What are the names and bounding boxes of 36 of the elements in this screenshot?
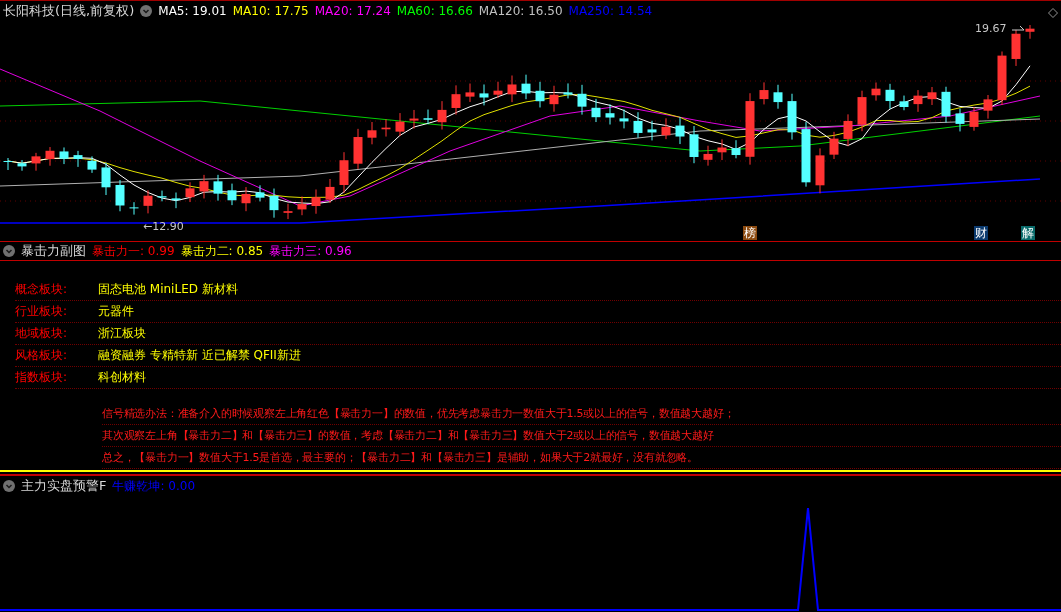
chevron-down-icon[interactable] xyxy=(140,5,153,17)
sector-value: 元器件 xyxy=(98,303,135,320)
moving-average-value: MA60: 16.66 xyxy=(396,4,473,18)
event-marker[interactable]: 财 xyxy=(974,226,988,240)
chart-title: 长阳科技(日线,前复权) xyxy=(3,2,135,20)
sector-value: 固态电池 MiniLED 新材料 xyxy=(98,281,239,298)
indicator-value: 牛赚乾坤: 0.00 xyxy=(112,477,196,495)
signal-note: 其次观察左上角【暴击力二】和【暴击力三】的数值，考虑【暴击力二】和【暴击力三】数值大于2或以上的信号，数值越大越好 xyxy=(102,425,1061,447)
signal-note: 总之，【暴击力一】数值大于1.5是首选，最主要的；【暴击力二】和【暴击力三】是辅助，如果大于2就最好，没有就忽略。 xyxy=(102,447,1061,469)
sector-value: 科创材料 xyxy=(98,369,147,386)
signal-note: 信号精选办法：准备介入的时候观察左上角红色【暴击力一】的数值，优先考虑暴击力一数值大于1.5或以上的信号，数值越大越好； xyxy=(102,403,1061,425)
arrow-icon xyxy=(1012,24,1026,32)
indicator-title: 主力实盘预警F xyxy=(21,477,107,495)
indicator-title: 暴击力副图 xyxy=(21,242,86,260)
high-price-label: 19.67 xyxy=(975,22,1007,35)
sector-value: 浙江板块 xyxy=(98,325,147,342)
event-marker[interactable]: 榜 xyxy=(743,226,757,240)
sector-label: 地域板块: xyxy=(15,325,69,342)
event-marker[interactable]: 解 xyxy=(1021,226,1035,240)
sector-value: 融资融券 专精特新 近已解禁 QFII新进 xyxy=(98,347,302,364)
moving-average-value: MA250: 14.54 xyxy=(568,4,653,18)
moving-average-value: MA120: 16.50 xyxy=(478,4,563,18)
sector-label: 行业板块: xyxy=(15,303,69,320)
moving-average-value: MA10: 17.75 xyxy=(232,4,309,18)
sector-label: 概念板块: xyxy=(15,281,69,298)
sector-label: 指数板块: xyxy=(15,369,69,386)
chevron-down-icon[interactable] xyxy=(3,245,15,257)
moving-average-value: MA5: 19.01 xyxy=(158,4,227,18)
sector-label: 风格板块: xyxy=(15,347,69,364)
indicator-value: 暴击力一: 0.99 xyxy=(92,242,175,260)
indicator-value: 暴击力二: 0.85 xyxy=(180,242,264,260)
low-price-label: ←12.90 xyxy=(143,220,184,233)
chevron-down-icon[interactable] xyxy=(3,480,15,492)
diamond-icon[interactable] xyxy=(1048,8,1058,18)
indicator-value: 暴击力三: 0.96 xyxy=(269,242,352,260)
moving-average-value: MA20: 17.24 xyxy=(314,4,391,18)
